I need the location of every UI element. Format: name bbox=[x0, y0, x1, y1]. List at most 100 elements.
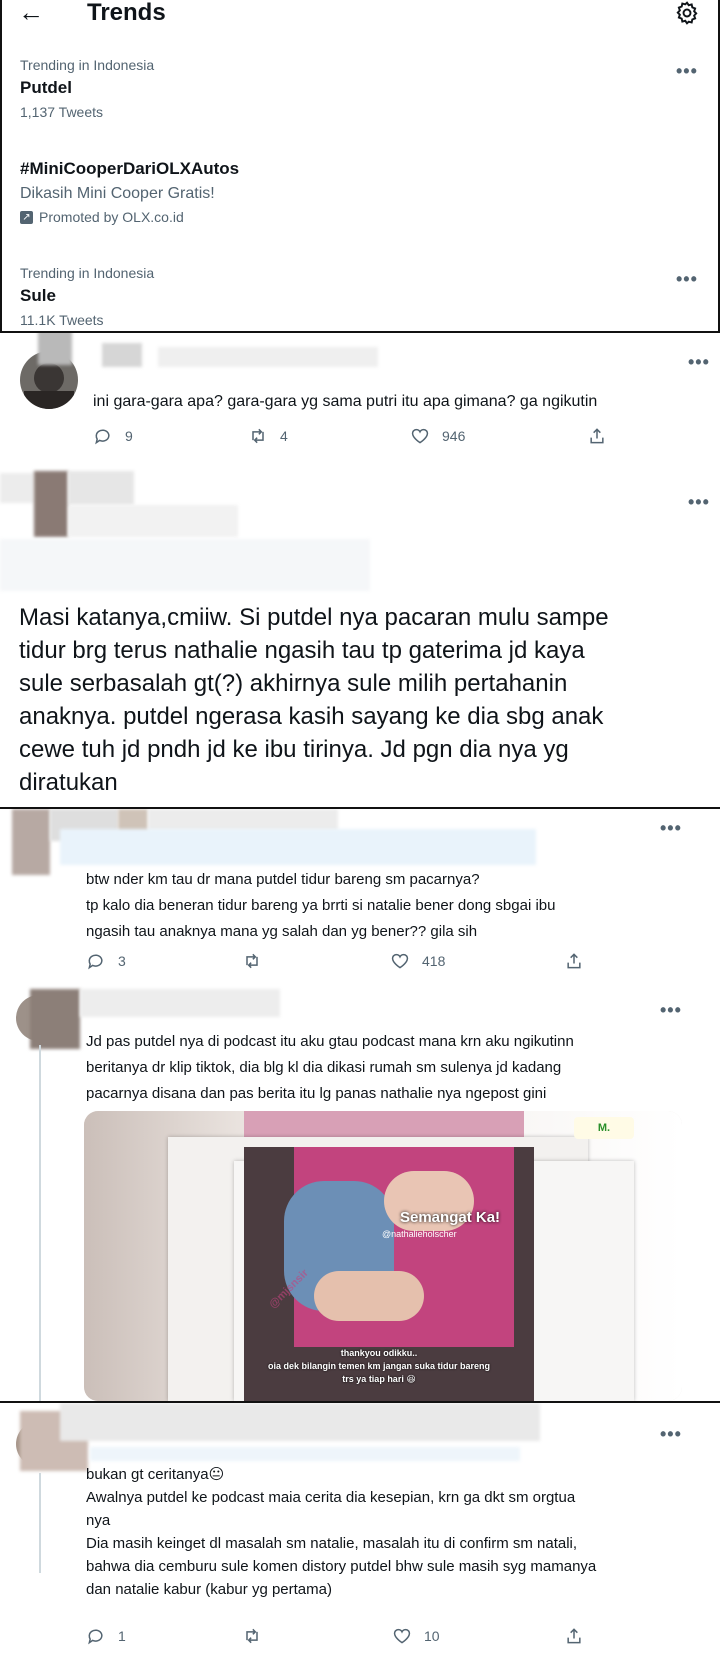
tweet-text: bukan gt ceritanya😐 Awalnya putdel ke po… bbox=[86, 1463, 596, 1601]
tweet-text-line: anaknya. putdel ngerasa kasih sayang ke … bbox=[19, 703, 604, 730]
reply-button[interactable]: 9 bbox=[93, 421, 133, 451]
promoted-label: ↗ Promoted by OLX.co.id bbox=[20, 206, 680, 228]
tweet-text-line: bahwa dia cemburu sule komen distory put… bbox=[86, 1558, 597, 1575]
tweet-text-line: dan natalie kabur (kabur yg pertama) bbox=[86, 1581, 332, 1598]
tweet-card[interactable]: ••• bukan gt ceritanya😐 Awalnya putdel k… bbox=[0, 1403, 720, 1658]
tweet-card[interactable]: ••• Masi katanya,cmiiw. Si putdel nya pa… bbox=[0, 467, 720, 809]
redacted-handle bbox=[68, 505, 238, 537]
trend-item[interactable]: Trending in Indonesia Putdel 1,137 Tweet… bbox=[20, 55, 680, 123]
share-icon bbox=[567, 1628, 581, 1644]
tweet-text-line: Jd pas putdel nya di podcast itu aku gta… bbox=[86, 1033, 574, 1050]
redacted-handle bbox=[60, 829, 536, 865]
reply-icon bbox=[95, 429, 110, 445]
retweet-icon bbox=[246, 953, 258, 969]
share-icon bbox=[590, 428, 604, 444]
retweet-button[interactable]: 4 bbox=[248, 421, 288, 451]
story-caption-line: thankyou odikku.. bbox=[340, 1348, 418, 1358]
redacted-block bbox=[0, 473, 34, 503]
tweet-text-line: tp kalo dia beneran tidur bareng ya brrt… bbox=[86, 897, 556, 914]
reply-button[interactable]: 1 bbox=[86, 1621, 126, 1651]
redacted-name bbox=[68, 471, 134, 505]
share-icon bbox=[567, 953, 581, 969]
like-count: 10 bbox=[424, 1628, 440, 1644]
share-button[interactable] bbox=[587, 421, 607, 451]
tweet-card[interactable]: ••• btw nder km tau dr mana putdel tidur… bbox=[0, 809, 720, 985]
redacted-name bbox=[102, 343, 142, 367]
reply-count: 1 bbox=[118, 1628, 126, 1644]
retweet-icon bbox=[252, 428, 264, 444]
like-button[interactable]: 10 bbox=[392, 1621, 440, 1651]
like-button[interactable]: 946 bbox=[410, 421, 465, 451]
redacted-avatar bbox=[12, 809, 50, 875]
like-button[interactable]: 418 bbox=[390, 946, 445, 976]
redacted-name bbox=[60, 1403, 540, 1441]
tweet-actions: 1 10 bbox=[0, 1621, 720, 1651]
redacted-block bbox=[148, 809, 338, 831]
tweet-text-line: sule serbasalah gt(?) akhirnya sule mili… bbox=[19, 670, 568, 697]
retweet-button[interactable] bbox=[242, 1621, 262, 1651]
redacted-name bbox=[80, 989, 280, 1017]
trends-panel: ← Trends Trending in Indonesia Putdel 1,… bbox=[0, 0, 720, 333]
retweet-icon bbox=[246, 1628, 258, 1644]
source-logo: M. bbox=[574, 1117, 634, 1139]
gear-icon[interactable] bbox=[674, 0, 700, 26]
story-caption: thankyou odikku.. oia dek bilangin temen… bbox=[214, 1347, 544, 1386]
thread-line bbox=[39, 1473, 41, 1573]
page-title: Trends bbox=[87, 0, 166, 26]
thread-line bbox=[39, 1045, 41, 1401]
share-button[interactable] bbox=[564, 946, 584, 976]
tweet-text-line: nya bbox=[86, 1512, 111, 1529]
promoted-icon: ↗ bbox=[20, 210, 33, 224]
heart-icon bbox=[391, 953, 409, 969]
trend-context: Trending in Indonesia bbox=[20, 265, 155, 281]
trend-name: Sule bbox=[20, 286, 56, 305]
promoted-trend-item[interactable]: #MiniCooperDariOLXAutos Dikasih Mini Coo… bbox=[20, 156, 680, 228]
story-handle: @nathalieholscher bbox=[382, 1229, 457, 1239]
more-options-icon[interactable]: ••• bbox=[660, 1425, 682, 1443]
retweet-button[interactable] bbox=[242, 946, 262, 976]
more-options-icon[interactable]: ••• bbox=[688, 493, 710, 511]
trend-context: Trending in Indonesia bbox=[20, 57, 155, 73]
tweet-text-line: btw nder km tau dr mana putdel tidur bar… bbox=[86, 871, 480, 888]
trend-name: Putdel bbox=[20, 78, 72, 97]
tweet-text-line: Masi katanya,cmiiw. Si putdel nya pacara… bbox=[19, 604, 609, 631]
trend-name: #MiniCooperDariOLXAutos bbox=[20, 159, 240, 178]
story-title: Semangat Ka! bbox=[400, 1209, 501, 1226]
trend-count: 1,137 Tweets bbox=[20, 104, 104, 120]
redacted-handle bbox=[90, 1447, 520, 1461]
tweet-media-image[interactable]: Semangat Ka! @nathalieholscher @mjsnsir … bbox=[84, 1111, 682, 1401]
reply-count: 9 bbox=[125, 428, 133, 444]
tweet-text-line: diratukan bbox=[19, 769, 118, 796]
redacted-avatar bbox=[34, 471, 68, 537]
tweet-card[interactable]: ••• Jd pas putdel nya di podcast itu aku… bbox=[0, 985, 720, 1401]
tweet-text-line: ngasih tau anaknya mana yg salah dan yg … bbox=[86, 923, 478, 940]
tweet-text-line: cewe tuh jd pndh jd ke ibu tirinya. Jd p… bbox=[19, 736, 569, 763]
reply-button[interactable]: 3 bbox=[86, 946, 126, 976]
reply-count: 3 bbox=[118, 953, 126, 969]
tweet-actions: 3 418 bbox=[0, 946, 720, 976]
trend-count: 11.1K Tweets bbox=[20, 312, 104, 328]
redacted-block bbox=[38, 333, 72, 365]
story-caption-line: trs ya tiap hari 😆 bbox=[342, 1374, 416, 1384]
tweet-text: Jd pas putdel nya di podcast itu aku gta… bbox=[86, 1029, 574, 1107]
promoted-text: Promoted by OLX.co.id bbox=[39, 209, 184, 225]
more-options-icon[interactable]: ••• bbox=[660, 1001, 682, 1019]
more-options-icon[interactable]: ••• bbox=[676, 62, 698, 80]
more-options-icon[interactable]: ••• bbox=[660, 819, 682, 837]
trend-item[interactable]: Trending in Indonesia Sule 11.1K Tweets bbox=[20, 263, 680, 331]
more-options-icon[interactable]: ••• bbox=[676, 270, 698, 288]
tweet-text-line: pacarnya disana dan pas berita itu lg pa… bbox=[86, 1085, 547, 1102]
redacted-handle bbox=[158, 347, 378, 367]
more-options-icon[interactable]: ••• bbox=[688, 353, 710, 371]
tweet-text: btw nder km tau dr mana putdel tidur bar… bbox=[86, 867, 555, 945]
tweet-card[interactable]: ••• ini gara-gara apa? gara-gara yg sama… bbox=[0, 333, 720, 467]
tweet-text-line: Dia masih keinget dl masalah sm natalie,… bbox=[86, 1535, 578, 1552]
like-count: 418 bbox=[422, 953, 446, 969]
share-button[interactable] bbox=[564, 1621, 584, 1651]
tweet-text-line: beritanya dr klip tiktok, dia blg kl dia… bbox=[86, 1059, 562, 1076]
back-arrow-icon[interactable]: ← bbox=[18, 0, 44, 25]
tweet-actions: 9 4 946 bbox=[0, 421, 720, 451]
retweet-count: 4 bbox=[280, 428, 288, 444]
heart-icon bbox=[393, 1628, 411, 1644]
story-caption-line: oia dek bilangin temen km jangan suka ti… bbox=[267, 1361, 491, 1371]
